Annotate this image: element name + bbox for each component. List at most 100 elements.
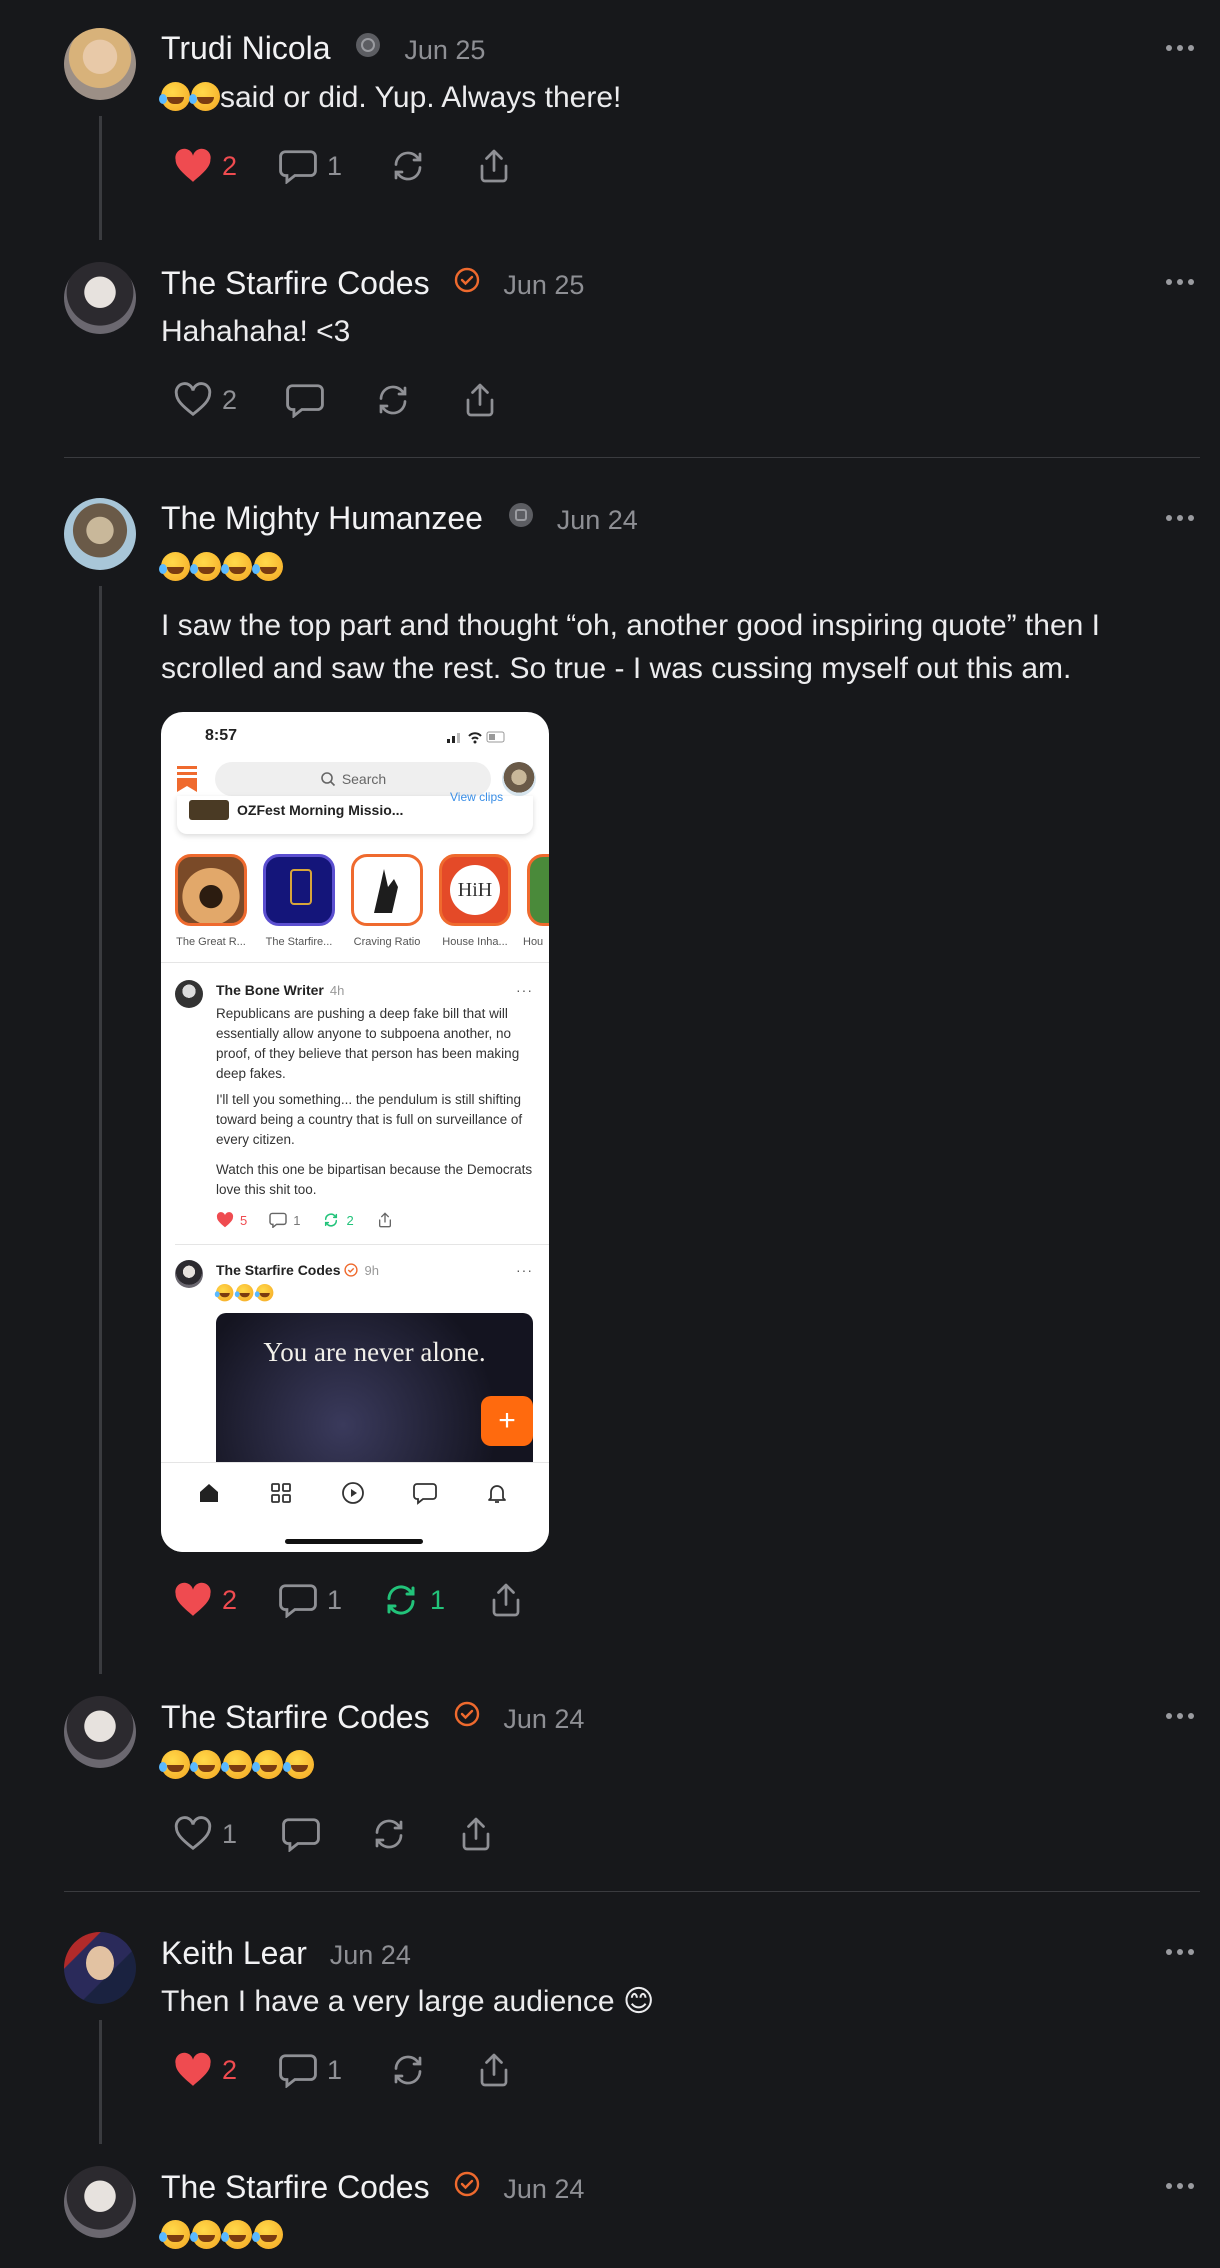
share-icon[interactable] <box>376 1212 394 1228</box>
post-image[interactable]: You are never alone. <box>216 1313 533 1473</box>
comment-text: said or did. Yup. Always there! <box>159 76 621 119</box>
share-button[interactable] <box>462 380 498 420</box>
author-name[interactable]: The Mighty Humanzee <box>161 500 483 536</box>
author-name[interactable]: The Starfire Codes <box>161 1699 430 1735</box>
more-options-icon[interactable] <box>1166 277 1194 287</box>
comment-author[interactable]: Trudi Nicola Jun 25 <box>161 30 485 69</box>
avatar[interactable] <box>64 1932 136 2004</box>
comment-author[interactable]: The Starfire Codes Jun 25 <box>161 265 584 304</box>
share-button[interactable] <box>476 2050 512 2090</box>
restack-icon <box>394 151 422 181</box>
like-button[interactable]: 2 <box>174 380 237 420</box>
grey-badge-icon <box>508 499 534 536</box>
comment-author[interactable]: Keith Lear Jun 24 <box>161 1935 411 1972</box>
share-button[interactable] <box>458 1814 494 1854</box>
author-name[interactable]: Trudi Nicola <box>161 30 331 66</box>
reply-button[interactable] <box>286 380 324 420</box>
verified-badge-icon <box>454 264 480 301</box>
like-button[interactable]: 2 <box>174 1580 237 1620</box>
bell-icon[interactable] <box>485 1481 509 1505</box>
avatar[interactable] <box>64 28 136 100</box>
verified-badge-icon <box>454 2168 480 2205</box>
laughing-emoji-icon <box>159 82 220 111</box>
post-avatar[interactable] <box>175 980 203 1008</box>
more-options-icon[interactable] <box>1166 1711 1194 1721</box>
comment-author[interactable]: The Mighty Humanzee Jun 24 <box>161 500 638 539</box>
pinned-thumbnail <box>189 800 229 820</box>
story-avatar[interactable]: HiH <box>439 854 511 926</box>
restack-button[interactable] <box>389 146 427 186</box>
reply-button[interactable] <box>282 1814 320 1854</box>
signal-icon <box>447 730 507 749</box>
post-author[interactable]: The Starfire Codes <box>216 1262 340 1278</box>
story-avatar[interactable] <box>175 854 247 926</box>
post-time: 9h <box>364 1262 379 1278</box>
comment-icon <box>286 384 324 418</box>
comment-icon <box>279 150 317 184</box>
reply-button[interactable]: 1 <box>279 1580 342 1620</box>
reply-button[interactable]: 1 <box>279 2050 342 2090</box>
more-options-icon[interactable] <box>1166 43 1194 53</box>
verified-badge-icon <box>454 1698 480 1735</box>
chat-icon[interactable] <box>413 1481 437 1505</box>
thread-line <box>99 586 102 1674</box>
home-indicator <box>285 1539 423 1544</box>
share-button[interactable] <box>476 146 512 186</box>
post-avatar[interactable] <box>175 1260 203 1288</box>
comment-text: I saw the top part and thought “oh, anot… <box>161 609 1100 685</box>
comment-author[interactable]: The Starfire Codes Jun 24 <box>161 2169 584 2208</box>
pinned-card[interactable]: OZFest Morning Missio... View clips <box>177 790 533 834</box>
post-more-icon[interactable]: ··· <box>516 1262 533 1278</box>
story-label: The Starfire... <box>265 936 333 948</box>
restack-icon[interactable] <box>322 1212 340 1228</box>
restack-button[interactable] <box>389 2050 427 2090</box>
grid-icon[interactable] <box>269 1481 293 1505</box>
heart-icon[interactable] <box>216 1212 234 1228</box>
like-count: 1 <box>222 1818 238 1849</box>
grey-badge-icon <box>355 29 381 66</box>
share-button[interactable] <box>488 1580 524 1620</box>
attached-screenshot[interactable]: 8:57 Search OZFest Morning Missio... Vie… <box>161 712 549 1552</box>
reply-count: 1 <box>293 1212 301 1228</box>
restack-button[interactable] <box>370 1814 408 1854</box>
more-options-icon[interactable] <box>1166 1947 1194 1957</box>
compose-button[interactable]: + <box>481 1396 533 1446</box>
restack-icon <box>387 1585 415 1615</box>
comment-author[interactable]: The Starfire Codes Jun 24 <box>161 1699 584 1738</box>
status-time: 8:57 <box>205 727 238 744</box>
avatar[interactable] <box>64 1696 136 1768</box>
story-avatar[interactable] <box>527 854 549 926</box>
restack-icon <box>379 385 407 415</box>
quote-text: You are never alone. <box>263 1337 486 1367</box>
thread-line <box>99 2020 102 2144</box>
like-button[interactable]: 1 <box>174 1814 237 1854</box>
more-options-icon[interactable] <box>1166 2181 1194 2191</box>
comment-date: Jun 24 <box>503 1704 585 1734</box>
profile-avatar[interactable] <box>502 762 536 796</box>
post-more-icon[interactable]: ··· <box>516 982 533 998</box>
avatar[interactable] <box>64 498 136 570</box>
restack-button[interactable] <box>374 380 412 420</box>
post-header: The Starfire Codes 9h <box>216 1262 379 1278</box>
restack-button[interactable]: 1 <box>382 1580 445 1620</box>
avatar[interactable] <box>64 2166 136 2238</box>
like-button[interactable]: 2 <box>174 2050 237 2090</box>
author-name[interactable]: Keith Lear <box>161 1935 307 1971</box>
author-name[interactable]: The Starfire Codes <box>161 2169 430 2205</box>
like-count: 5 <box>240 1212 248 1228</box>
restack-count: 2 <box>346 1212 354 1228</box>
post-paragraph: I'll tell you something... the pendulum … <box>216 1092 523 1147</box>
view-clips-link[interactable]: View clips <box>450 790 503 804</box>
story-avatar[interactable] <box>263 854 335 926</box>
author-name[interactable]: The Starfire Codes <box>161 265 430 301</box>
heart-outline-icon <box>174 382 212 417</box>
post-author[interactable]: The Bone Writer <box>216 982 324 998</box>
comment-icon[interactable] <box>269 1212 287 1228</box>
avatar[interactable] <box>64 262 136 334</box>
like-button[interactable]: 2 <box>174 146 237 186</box>
play-icon[interactable] <box>341 1481 365 1505</box>
more-options-icon[interactable] <box>1166 513 1194 523</box>
home-icon[interactable] <box>197 1481 221 1505</box>
reply-button[interactable]: 1 <box>279 146 342 186</box>
story-avatar[interactable] <box>351 854 423 926</box>
